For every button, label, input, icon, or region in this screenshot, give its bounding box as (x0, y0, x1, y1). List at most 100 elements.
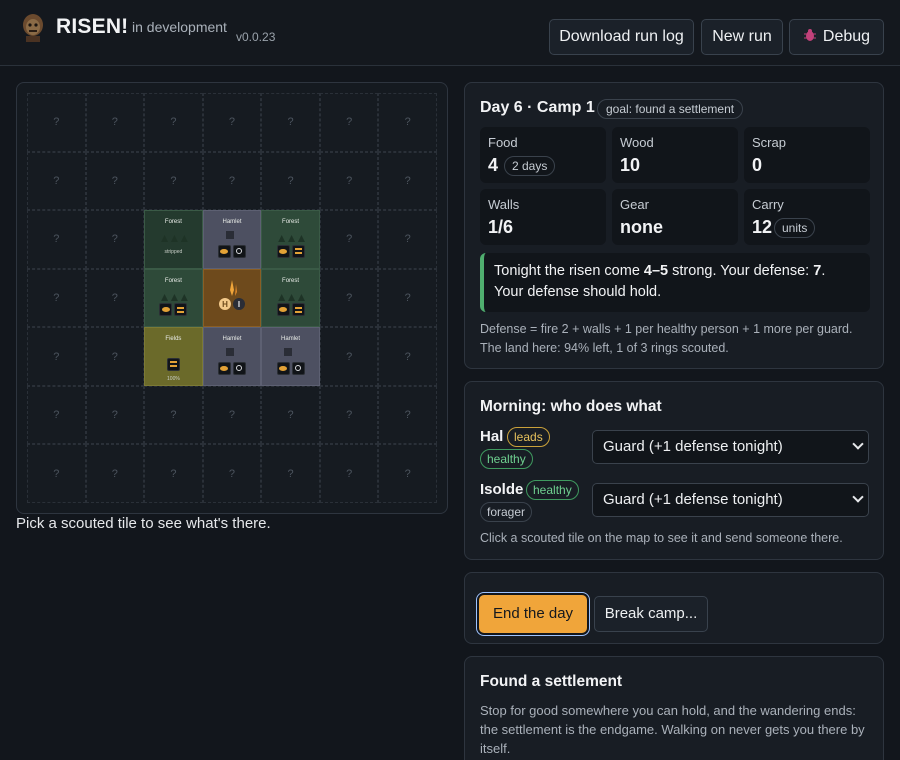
unknown-marker: ? (111, 233, 118, 246)
map-tile-unknown[interactable]: ? (378, 210, 437, 269)
map-tile-unknown[interactable]: ? (319, 151, 379, 211)
map-tile-unknown[interactable]: ? (27, 327, 86, 386)
map-tile-unknown[interactable]: ? (27, 268, 86, 328)
unknown-marker: ? (404, 409, 411, 422)
map-tile-unknown[interactable]: ? (378, 268, 437, 328)
map-tile-unknown[interactable]: ? (144, 444, 203, 503)
alert-middle: strong. Your defense: (668, 263, 814, 279)
break-camp-button[interactable]: Break camp... (594, 596, 708, 632)
map-tile-unknown[interactable]: ? (202, 93, 262, 152)
unknown-marker: ? (404, 116, 411, 129)
selected-assignment: Guard (+1 defense tonight) (603, 491, 783, 508)
map-tile-unknown[interactable]: ? (27, 151, 86, 211)
map-tile-unknown[interactable]: ? (27, 444, 86, 503)
unknown-marker: ? (111, 291, 118, 304)
map-tile-hamlet[interactable]: Hamlet (202, 327, 262, 386)
map-tile-unknown[interactable]: ? (85, 210, 145, 269)
person-name: Isolde (480, 481, 524, 498)
download-log-button[interactable]: Download run log (549, 19, 694, 55)
debug-button[interactable]: Debug (789, 19, 884, 55)
app-header: RISEN! in development v0.0.23 Download r… (0, 0, 900, 66)
resource-icon (291, 244, 305, 258)
stat-food: Food 4 2 days (480, 127, 606, 183)
formula-line: Defense = fire 2 + walls + 1 per healthy… (480, 322, 853, 336)
scout-icon (276, 303, 290, 317)
leader-initial: H (222, 300, 228, 309)
land-status: The land here: 94% left, 1 of 3 rings sc… (480, 341, 729, 355)
map-tile-unknown[interactable]: ? (378, 444, 437, 503)
map-tile-unknown[interactable]: ? (378, 385, 437, 445)
unknown-marker: ? (170, 409, 177, 422)
map-tile-hamlet[interactable]: Hamlet (261, 327, 320, 386)
map-tile-unknown[interactable]: ? (261, 385, 320, 445)
map-tile-unknown[interactable]: ? (85, 327, 145, 386)
morning-help: Click a scouted tile on the map to see i… (480, 531, 843, 545)
tile-name: Forest (282, 277, 300, 284)
map-tile-unknown[interactable]: ? (261, 151, 320, 211)
resource-icon (166, 357, 180, 371)
scout-icon (159, 303, 173, 317)
unknown-marker: ? (404, 467, 411, 480)
map-tile-unknown[interactable]: ? (144, 93, 203, 152)
map-tile-unknown[interactable]: ? (202, 151, 262, 211)
day-title: Day 6 · Camp 1 (480, 99, 595, 116)
map-tile-unknown[interactable]: ? (319, 327, 379, 386)
unknown-marker: ? (404, 233, 411, 246)
stat-wood: Wood 10 (612, 127, 738, 183)
map-tile-unknown[interactable]: ? (319, 444, 379, 503)
isolde-assignment-select[interactable]: Guard (+1 defense tonight) (592, 483, 869, 517)
morning-title: Morning: who does what (480, 398, 662, 415)
map-tile-unknown[interactable]: ? (261, 93, 320, 152)
map-tile-unknown[interactable]: ? (261, 444, 320, 503)
map-tile-unknown[interactable]: ? (85, 93, 145, 152)
map-tile-unknown[interactable]: ? (27, 93, 86, 152)
map-tile-unknown[interactable]: ? (144, 385, 203, 445)
map-tile-forest[interactable]: Forest ▲▲▲ (261, 210, 320, 269)
morning-panel: Morning: who does what Hal leads healthy… (464, 381, 884, 560)
map-tile-unknown[interactable]: ? (319, 385, 379, 445)
map-tile-unknown[interactable]: ? (319, 210, 379, 269)
map-tile-unknown[interactable]: ? (144, 151, 203, 211)
unknown-marker: ? (346, 174, 353, 187)
map-tile-unknown[interactable]: ? (85, 268, 145, 328)
map-tile-unknown[interactable]: ? (202, 385, 262, 445)
chevron-down-icon (852, 491, 864, 503)
hal-assignment-select[interactable]: Guard (+1 defense tonight) (592, 430, 869, 464)
map-tile-forest[interactable]: Forest ▲▲▲ (261, 268, 320, 328)
tile-icons (262, 244, 319, 258)
map-tile-unknown[interactable]: ? (85, 385, 145, 445)
map-panel: ? ? ? ? ? ? ? ? ? ? ? ? ? ? ? ? Forest ▲… (16, 82, 448, 514)
unknown-marker: ? (170, 116, 177, 129)
map-tile-fields[interactable]: Fields 100% (144, 327, 203, 386)
scout-icon (276, 244, 290, 258)
trees-icon: ▲▲▲ (158, 231, 191, 246)
unknown-marker: ? (346, 233, 353, 246)
map-tile-forest[interactable]: Forest ▲▲▲ (144, 268, 203, 328)
map-tile-unknown[interactable]: ? (378, 93, 437, 152)
new-run-button[interactable]: New run (701, 19, 783, 55)
map-tile-hamlet[interactable]: Hamlet (202, 210, 262, 269)
stat-value: none (620, 217, 663, 237)
tile-name: Forest (164, 277, 182, 284)
actions-panel: End the day Break camp... (464, 572, 884, 644)
map-tile-unknown[interactable]: ? (85, 151, 145, 211)
unknown-marker: ? (346, 291, 353, 304)
map-tile-unknown[interactable]: ? (27, 385, 86, 445)
carry-units-badge: units (774, 218, 816, 238)
unknown-marker: ? (228, 409, 236, 422)
map-tile-camp[interactable]: H I (202, 268, 262, 328)
forager-badge: forager (480, 502, 533, 522)
unknown-marker: ? (53, 116, 60, 129)
map-tile-unknown[interactable]: ? (378, 327, 437, 386)
map-tile-forest-stripped[interactable]: Forest ▲▲▲ stripped (144, 210, 203, 269)
end-day-button[interactable]: End the day (479, 595, 587, 633)
unknown-marker: ? (53, 350, 60, 363)
map-tile-unknown[interactable]: ? (202, 444, 262, 503)
map-tile-unknown[interactable]: ? (85, 444, 145, 503)
tile-icons (145, 303, 202, 317)
app-title: RISEN! (56, 15, 129, 38)
map-tile-unknown[interactable]: ? (378, 151, 437, 211)
map-tile-unknown[interactable]: ? (319, 93, 379, 152)
map-tile-unknown[interactable]: ? (27, 210, 86, 269)
map-tile-unknown[interactable]: ? (319, 268, 379, 328)
